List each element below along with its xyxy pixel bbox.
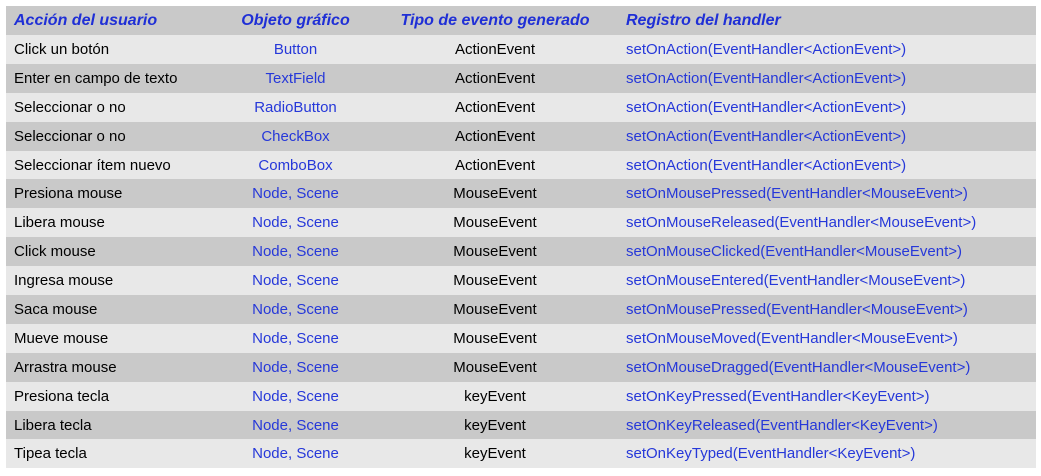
user-action-cell: Click mouse — [14, 243, 96, 261]
table-row: Saca mouse Node, Scene MouseEvent setOnMous… — [6, 295, 1036, 324]
graphic-object-cell: Node, Scene — [252, 358, 339, 376]
handler-registration-cell: setOnAction(EventHandler<ActionEvent>) — [626, 98, 907, 116]
graphic-object-cell: RadioButton — [254, 98, 337, 116]
event-type-cell: MouseEvent — [453, 329, 537, 347]
graphic-object-cell: CheckBox — [261, 127, 330, 145]
handler-registration-cell: setOnAction(EventHandler<ActionEvent>) — [626, 69, 907, 87]
table-row: Presiona tecla Node, Scene keyEvent setOnKe… — [6, 381, 1036, 411]
handler-registration-cell: setOnMouseMoved(EventHandler<MouseEvent>… — [626, 329, 958, 347]
user-action-cell: Enter en campo de texto — [14, 69, 178, 87]
handler-registration-cell: setOnAction(EventHandler<ActionEvent>) — [626, 127, 907, 145]
graphic-object-cell: Node, Scene — [252, 416, 339, 434]
event-type-cell: ActionEvent — [454, 127, 536, 145]
table-body: Click un botón Button ActionEvent setOnActi… — [6, 35, 1036, 469]
event-type-cell: ActionEvent — [454, 40, 536, 58]
handler-registration-cell: setOnMouseClicked(EventHandler<MouseEven… — [626, 243, 962, 261]
header-event-type: Tipo de evento generado — [400, 11, 590, 29]
graphic-object-cell: Node, Scene — [252, 445, 339, 463]
user-action-cell: Seleccionar o no — [14, 98, 126, 116]
user-action-cell: Libera tecla — [14, 416, 92, 434]
user-action-cell: Presiona mouse — [14, 185, 123, 203]
user-action-cell: Libera mouse — [14, 214, 105, 232]
table-header-row: Acción del usuario Objeto gráfico Tipo d… — [6, 6, 1036, 35]
user-action-cell: Presiona tecla — [14, 387, 110, 405]
event-type-cell: MouseEvent — [453, 300, 537, 318]
graphic-object-cell: Node, Scene — [252, 185, 339, 203]
event-type-cell: ActionEvent — [454, 69, 536, 87]
table-row: Tipea tecla Node, Scene keyEvent setOnKeyTy… — [6, 439, 1036, 469]
table-row: Seleccionar ítem nuevo ComboBox ActionEven… — [6, 150, 1036, 180]
user-action-cell: Mueve mouse — [14, 329, 109, 347]
handler-registration-cell: setOnMouseEntered(EventHandler<MouseEven… — [626, 272, 966, 290]
handler-registration-cell: setOnKeyPressed(EventHandler<KeyEvent>) — [626, 387, 930, 405]
table-row: Mueve mouse Node, Scene MouseEvent setOnMou… — [6, 323, 1036, 353]
user-action-cell: Click un botón — [14, 40, 110, 58]
event-type-cell: MouseEvent — [453, 214, 537, 232]
table-row: Ingresa mouse Node, Scene MouseEvent setOnM… — [6, 266, 1036, 296]
table-row: Seleccionar o no CheckBox ActionEvent setOn… — [6, 121, 1036, 151]
event-type-cell: MouseEvent — [453, 185, 537, 203]
handler-registration-cell: setOnMousePressed(EventHandler<MouseEven… — [626, 300, 968, 318]
event-type-cell: keyEvent — [464, 387, 526, 405]
user-action-cell: Ingresa mouse — [14, 272, 114, 290]
header-handler-registration: Registro del handler — [626, 11, 781, 29]
handler-registration-cell: setOnMouseReleased(EventHandler<MouseEve… — [626, 214, 977, 232]
event-handler-table: Acción del usuario Objeto gráfico Tipo d… — [6, 6, 1036, 469]
table-row: Click un botón Button ActionEvent setOnActi… — [6, 35, 1036, 64]
handler-registration-cell: setOnMouseDragged(EventHandler<MouseEven… — [626, 358, 971, 376]
event-type-cell: keyEvent — [464, 445, 526, 463]
graphic-object-cell: ComboBox — [258, 156, 333, 174]
handler-registration-cell: setOnAction(EventHandler<ActionEvent>) — [626, 156, 907, 174]
event-type-cell: keyEvent — [464, 416, 526, 434]
user-action-cell: Tipea tecla — [14, 445, 87, 463]
event-type-cell: MouseEvent — [453, 358, 537, 376]
handler-registration-cell: setOnMousePressed(EventHandler<MouseEven… — [626, 185, 968, 203]
user-action-cell: Saca mouse — [14, 300, 98, 318]
header-user-action: Acción del usuario — [14, 11, 158, 29]
table-row: Seleccionar o no RadioButton ActionEvent se… — [6, 92, 1036, 122]
graphic-object-cell: Node, Scene — [252, 329, 339, 347]
graphic-object-cell: Node, Scene — [252, 272, 339, 290]
event-type-cell: MouseEvent — [453, 272, 537, 290]
graphic-object-cell: Node, Scene — [252, 300, 339, 318]
event-type-cell: ActionEvent — [454, 156, 536, 174]
user-action-cell: Seleccionar o no — [14, 127, 126, 145]
table-row: Libera tecla Node, Scene keyEvent setOnKeyR… — [6, 410, 1036, 440]
table-row: Libera mouse Node, Scene MouseEvent setOnMo… — [6, 208, 1036, 238]
user-action-cell: Arrastra mouse — [14, 358, 117, 376]
handler-registration-cell: setOnKeyReleased(EventHandler<KeyEvent>) — [626, 416, 938, 434]
user-action-cell: Seleccionar ítem nuevo — [14, 156, 171, 174]
table-row: Presiona mouse Node, Scene MouseEvent setOn… — [6, 179, 1036, 209]
table-row: Arrastra mouse Node, Scene MouseEvent setOn… — [6, 352, 1036, 382]
graphic-object-cell: TextField — [265, 69, 326, 87]
event-type-cell: MouseEvent — [453, 243, 537, 261]
handler-registration-cell: setOnKeyTyped(EventHandler<KeyEvent>) — [626, 445, 916, 463]
graphic-object-cell: Node, Scene — [252, 243, 339, 261]
graphic-object-cell: Node, Scene — [252, 387, 339, 405]
handler-registration-cell: setOnAction(EventHandler<ActionEvent>) — [626, 40, 907, 58]
header-graphic-object: Objeto gráfico — [241, 11, 350, 29]
event-type-cell: ActionEvent — [454, 98, 536, 116]
table-row: Enter en campo de texto TextField ActionEv… — [6, 63, 1036, 93]
graphic-object-cell: Node, Scene — [252, 214, 339, 232]
table-row: Click mouse Node, Scene MouseEvent setOnMou… — [6, 237, 1036, 267]
graphic-object-cell: Button — [273, 40, 318, 58]
